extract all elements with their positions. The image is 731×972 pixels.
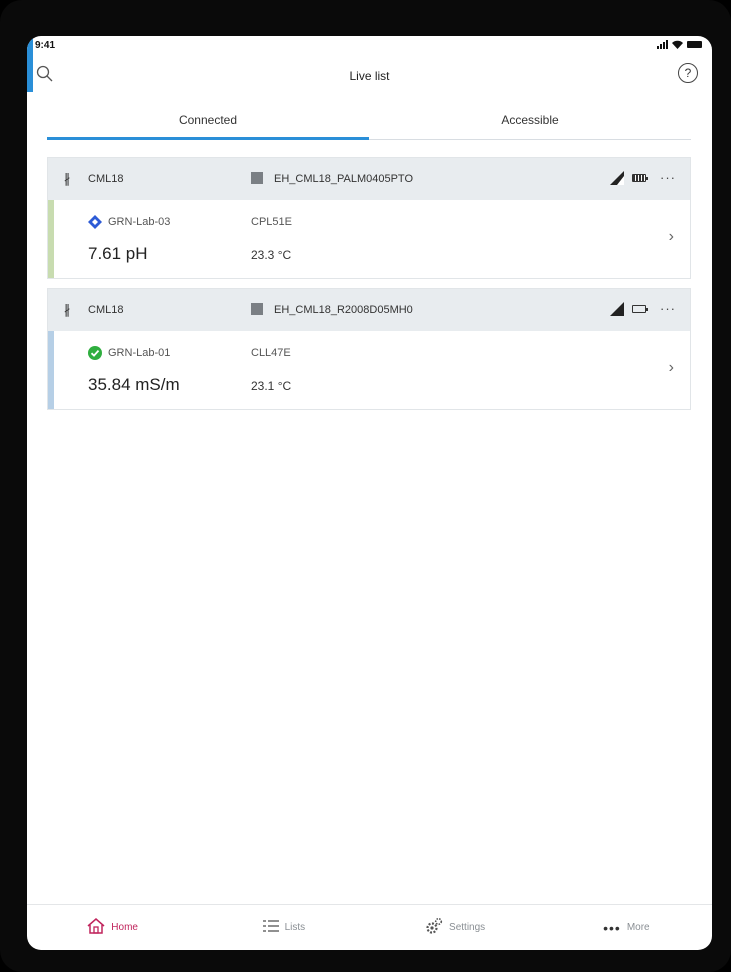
device-card-body[interactable]: GRN-Lab-01 35.84 mS/m CLL47E 23.1 °C ›	[48, 331, 690, 409]
device-tag: EH_CML18_PALM0405PTO	[274, 173, 413, 185]
device-name: CML18	[88, 304, 124, 316]
nav-more[interactable]: ••• More	[541, 905, 712, 950]
more-options-icon[interactable]: ···	[660, 301, 676, 316]
more-options-icon[interactable]: ···	[660, 170, 676, 185]
sensor-name: CLL47E	[251, 347, 291, 359]
signal-strength-icon	[610, 302, 624, 319]
battery-full-icon	[632, 174, 648, 182]
nav-settings-label: Settings	[449, 922, 486, 933]
device-card-body[interactable]: GRN-Lab-03 7.61 pH CPL51E 23.3 °C ›	[48, 200, 690, 278]
location-label: GRN-Lab-01	[108, 347, 171, 359]
page-title: Live list	[349, 69, 390, 83]
device-card-header: ∦ CML18 EH_CML18_R2008D05MH0 ···	[48, 289, 690, 331]
signal-strength-icon	[610, 171, 624, 188]
bluetooth-icon: ∦	[64, 302, 71, 317]
device-square-icon	[251, 172, 263, 184]
bottom-nav: Home Lists Settings ••• More	[27, 904, 712, 950]
nav-home[interactable]: Home	[27, 905, 198, 950]
battery-low-icon	[632, 305, 648, 313]
nav-lists-label: Lists	[284, 922, 306, 933]
cellular-signal-icon	[657, 40, 668, 49]
device-card-header: ∦ CML18 EH_CML18_PALM0405PTO ···	[48, 158, 690, 200]
status-time: 9:41	[35, 40, 56, 51]
chevron-right-icon[interactable]: ›	[669, 359, 674, 377]
list-icon	[262, 920, 279, 935]
status-bar: 9:41	[27, 36, 712, 54]
chevron-right-icon[interactable]: ›	[669, 228, 674, 246]
tab-accessible[interactable]: Accessible	[369, 110, 691, 139]
help-icon[interactable]: ?	[678, 63, 698, 83]
home-icon	[87, 918, 105, 937]
device-frame: 9:41 Live list ? Connected Accessible ∦ …	[0, 0, 731, 972]
measurement-value: 7.61 pH	[88, 244, 148, 263]
measurement-value: 35.84 mS/m	[88, 375, 180, 394]
nav-settings[interactable]: Settings	[370, 905, 541, 950]
temperature-value: 23.3 °C	[251, 248, 292, 262]
bluetooth-icon: ∦	[64, 171, 71, 186]
device-square-icon	[251, 303, 263, 315]
check-status-icon	[88, 346, 102, 360]
more-dots-icon: •••	[603, 919, 621, 936]
nav-home-label: Home	[111, 922, 138, 933]
device-card: ∦ CML18 EH_CML18_R2008D05MH0 ··· GRN-Lab…	[47, 288, 691, 410]
diamond-status-icon	[88, 215, 102, 229]
nav-lists[interactable]: Lists	[198, 905, 369, 950]
gear-icon	[425, 917, 443, 938]
device-card: ∦ CML18 EH_CML18_PALM0405PTO ··· GRN-Lab…	[47, 157, 691, 279]
device-tag: EH_CML18_R2008D05MH0	[274, 304, 413, 316]
status-stripe	[48, 331, 54, 409]
nav-more-label: More	[626, 922, 650, 933]
status-stripe	[48, 200, 54, 278]
tab-connected[interactable]: Connected	[47, 110, 369, 140]
sensor-name: CPL51E	[251, 216, 292, 228]
wifi-icon	[672, 40, 683, 49]
device-name: CML18	[88, 173, 124, 185]
header: Live list ?	[27, 54, 712, 98]
battery-icon	[687, 41, 702, 48]
screen: 9:41 Live list ? Connected Accessible ∦ …	[27, 36, 712, 950]
temperature-value: 23.1 °C	[251, 379, 292, 393]
status-icons	[657, 40, 702, 49]
location-label: GRN-Lab-03	[108, 216, 171, 228]
tab-bar: Connected Accessible	[47, 110, 691, 140]
